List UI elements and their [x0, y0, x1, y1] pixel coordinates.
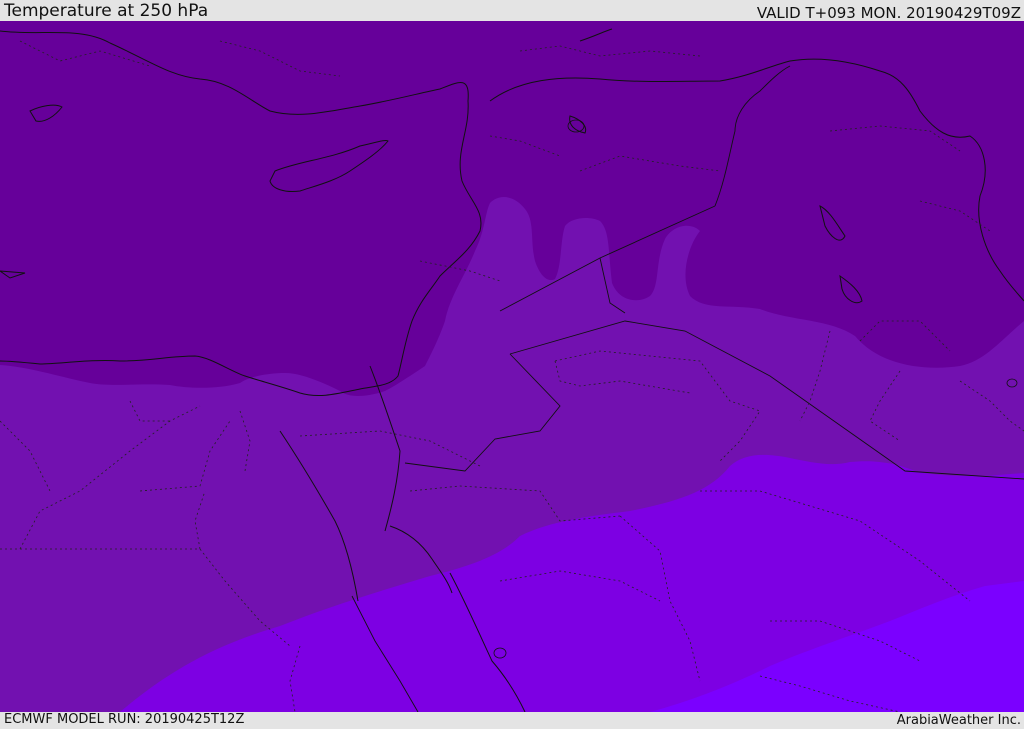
footer-bar: ECMWF MODEL RUN: 20190425T12Z ArabiaWeat…	[0, 712, 1024, 729]
valid-time: VALID T+093 MON. 20190429T09Z	[756, 4, 1021, 22]
model-run-label: ECMWF MODEL RUN: 20190425T12Z	[4, 712, 245, 727]
weather-map[interactable]	[0, 21, 1024, 712]
map-title: Temperature at 250 hPa	[4, 1, 209, 21]
map-canvas	[0, 21, 1024, 712]
credit-label: ArabiaWeather Inc.	[896, 713, 1021, 728]
header-bar: Temperature at 250 hPa VALID T+093 MON. …	[0, 0, 1024, 21]
